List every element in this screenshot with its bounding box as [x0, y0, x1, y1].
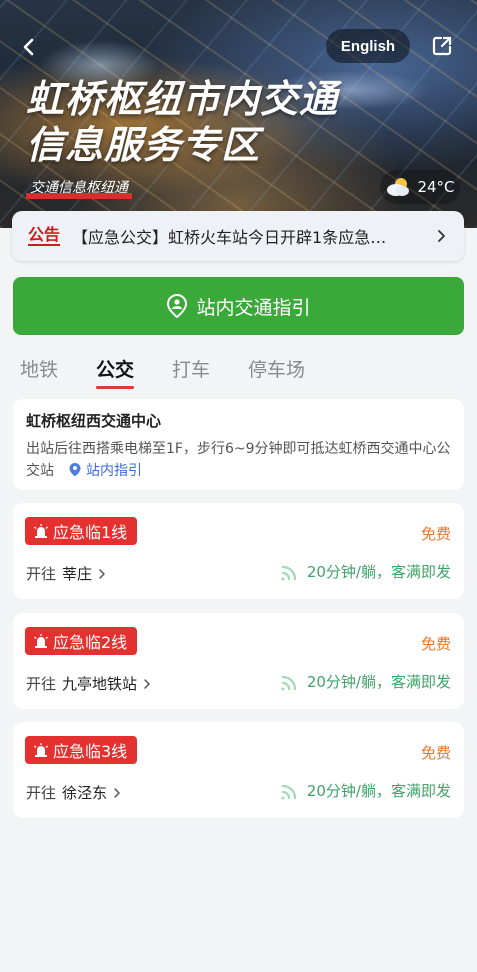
language-label: English — [340, 37, 396, 55]
page: English 虹桥枢纽市内交通 信息服务专区 交通信息枢纽通 24°C 公告 — [0, 0, 477, 972]
route-badge: 应急临3线 — [25, 736, 138, 764]
route-name: 应急临2线 — [53, 633, 128, 652]
center-description: 出站后往西搭乘电梯至1F，步行6~9分钟即可抵达虹桥西交通中心公交站 站内指引 — [26, 441, 451, 479]
route-name: 应急临1线 — [53, 523, 128, 542]
back-button[interactable] — [14, 32, 44, 62]
station-guide-button[interactable]: 站内交通指引 — [13, 277, 464, 335]
route-frequency: 20分钟/躺，客满即发 — [281, 780, 451, 801]
route-frequency: 20分钟/躺，客满即发 — [281, 671, 451, 692]
notice-tag: 公告 — [28, 225, 61, 246]
chevron-right-icon — [99, 568, 105, 579]
route-destination[interactable]: 开往 九亭地铁站 — [26, 673, 151, 694]
location-pin-icon — [69, 463, 81, 477]
route-badge: 应急临2线 — [25, 627, 138, 655]
siren-icon — [34, 634, 48, 648]
route-destination[interactable]: 开往 莘庄 — [26, 563, 106, 584]
station-guide-link[interactable]: 站内指引 — [54, 463, 142, 479]
weather-temperature: 24°C — [417, 178, 455, 196]
route-price: 免费 — [420, 635, 451, 653]
hero-banner: English 虹桥枢纽市内交通 信息服务专区 交通信息枢纽通 24°C — [0, 0, 477, 228]
route-card[interactable]: 应急临1线 免费 开往 莘庄 20分钟/躺，客满即发 — [13, 503, 464, 599]
chevron-right-icon — [114, 787, 120, 798]
page-subtitle: 交通信息枢纽通 — [26, 177, 132, 199]
route-card[interactable]: 应急临2线 免费 开往 九亭地铁站 20分钟/躺，客满即发 — [13, 613, 464, 709]
station-guide-label: 站内交通指引 — [196, 296, 311, 319]
partly-cloudy-icon — [387, 178, 410, 196]
route-price: 免费 — [420, 525, 451, 543]
route-price: 免费 — [420, 744, 451, 762]
route-card[interactable]: 应急临3线 免费 开往 徐泾东 20分钟/躺，客满即发 — [13, 722, 464, 818]
signal-icon — [281, 675, 296, 690]
transport-center-card: 虹桥枢纽西交通中心 出站后往西搭乘电梯至1F，步行6~9分钟即可抵达虹桥西交通中… — [13, 399, 464, 490]
tab-bus[interactable]: 公交 — [96, 355, 135, 389]
share-button[interactable] — [426, 31, 458, 61]
siren-icon — [34, 743, 48, 757]
signal-icon — [281, 784, 296, 799]
person-pin-icon — [167, 294, 188, 318]
tab-parking[interactable]: 停车场 — [248, 355, 305, 387]
route-destination[interactable]: 开往 徐泾东 — [26, 782, 121, 803]
notice-bar[interactable]: 公告 【应急公交】虹桥火车站今日开辟1条应急… — [12, 211, 464, 261]
siren-icon — [34, 524, 48, 538]
chevron-right-icon — [144, 678, 150, 689]
tab-metro[interactable]: 地铁 — [20, 355, 58, 387]
route-name: 应急临3线 — [53, 742, 128, 761]
notice-text: 【应急公交】虹桥火车站今日开辟1条应急… — [72, 228, 387, 247]
transport-tabs: 地铁 公交 打车 停车场 — [20, 355, 305, 389]
tab-taxi[interactable]: 打车 — [172, 355, 210, 387]
language-switch-button[interactable]: English — [326, 29, 410, 63]
route-badge: 应急临1线 — [25, 517, 138, 545]
route-frequency: 20分钟/躺，客满即发 — [281, 561, 451, 582]
page-title: 虹桥枢纽市内交通 信息服务专区 — [26, 77, 339, 167]
center-title: 虹桥枢纽西交通中心 — [26, 412, 162, 430]
signal-icon — [281, 565, 296, 580]
chevron-left-icon — [23, 38, 34, 56]
weather-widget: 24°C — [380, 170, 460, 204]
share-icon — [432, 36, 452, 56]
chevron-right-icon — [436, 228, 450, 244]
